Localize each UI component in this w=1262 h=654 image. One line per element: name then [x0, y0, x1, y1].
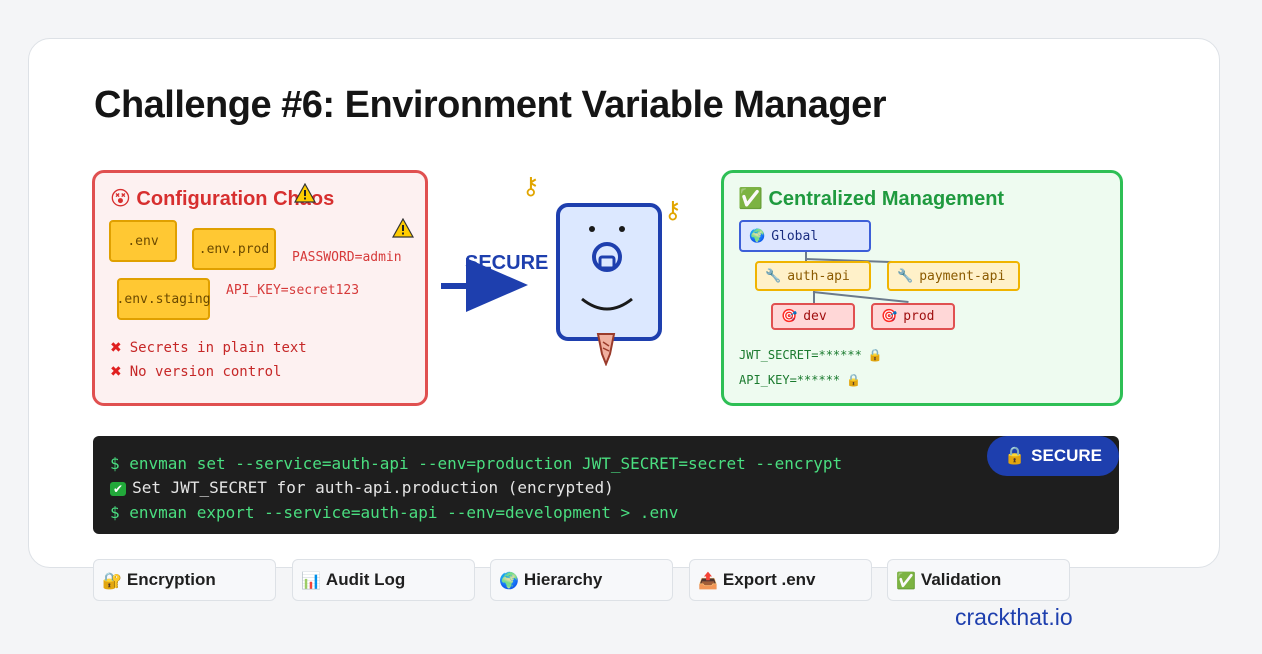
bar-chart-icon: 📊 — [301, 570, 321, 590]
tree-node-service: 🔧 payment-api — [887, 261, 1020, 291]
feature-label: Validation — [920, 570, 1002, 589]
masked-secret: API_KEY=****** 🔒 — [739, 373, 861, 387]
feature-audit-log[interactable]: 📊 Audit Log — [292, 559, 475, 601]
tree-node-environment: 🎯 dev — [771, 303, 855, 330]
globe-icon: 🌍 — [749, 228, 766, 244]
node-label: Global — [771, 228, 819, 244]
tree-node-service: 🔧 auth-api — [755, 261, 871, 291]
check-icon: ✅ — [896, 570, 916, 590]
feature-label: Audit Log — [325, 570, 406, 589]
feature-label: Encryption — [126, 570, 216, 589]
lock-icon: 🔒 — [867, 348, 883, 362]
lock-icon: 🔒 — [1003, 446, 1026, 466]
wrench-icon: 🔧 — [765, 268, 782, 284]
secure-badge: 🔒 SECURE — [987, 436, 1119, 476]
terminal: $ envman set --service=auth-api --env=pr… — [93, 436, 1119, 534]
lock-key-icon: 🔐 — [102, 570, 122, 590]
warning-icon — [293, 182, 317, 208]
central-title-text: Centralized Management — [768, 188, 1005, 210]
terminal-command: $ envman export --service=auth-api --env… — [110, 503, 679, 522]
cross-icon: ✖ — [110, 340, 122, 356]
tree-node-environment: 🎯 prod — [871, 303, 955, 330]
secure-label: SECURE — [465, 252, 549, 274]
vault-icon — [556, 203, 662, 341]
lock-icon: 🔒 — [846, 373, 862, 387]
issue-text: No version control — [129, 364, 282, 380]
cross-icon: ✖ — [110, 364, 122, 380]
feature-validation[interactable]: ✅ Validation — [887, 559, 1070, 601]
tree-node-global: 🌍 Global — [739, 220, 871, 252]
secret-text: API_KEY=****** — [739, 373, 841, 387]
terminal-output-text: Set JWT_SECRET for auth-api.production (… — [132, 478, 614, 497]
page-title: Challenge #6: Environment Variable Manag… — [94, 84, 887, 126]
masked-secret: JWT_SECRET=****** 🔒 — [739, 348, 883, 362]
plain-secret: PASSWORD=admin — [292, 250, 402, 265]
feature-export-env[interactable]: 📤 Export .env — [689, 559, 872, 601]
globe-icon: 🌍 — [499, 570, 519, 590]
plain-secret: API_KEY=secret123 — [226, 283, 360, 298]
target-icon: 🎯 — [781, 309, 798, 324]
check-icon: ✅ — [738, 186, 763, 210]
feature-hierarchy[interactable]: 🌍 Hierarchy — [490, 559, 673, 601]
node-label: dev — [803, 309, 827, 324]
central-title: ✅ Centralized Management — [738, 186, 1004, 211]
key-icon: ⚷ — [522, 172, 540, 200]
secret-text: JWT_SECRET=****** — [739, 348, 862, 362]
warning-icon — [391, 217, 415, 243]
dizzy-face-icon: 😵 — [110, 186, 131, 210]
check-icon: ✔ — [110, 482, 127, 496]
issue-item: ✖ Secrets in plain text — [110, 340, 307, 356]
key-icon: ⚷ — [664, 196, 682, 224]
issue-text: Secrets in plain text — [129, 340, 307, 356]
env-file: .env — [109, 220, 177, 262]
terminal-command: $ envman set --service=auth-api --env=pr… — [110, 454, 843, 473]
feature-encryption[interactable]: 🔐 Encryption — [93, 559, 276, 601]
node-label: payment-api — [919, 268, 1006, 284]
feature-label: Hierarchy — [523, 570, 603, 589]
issue-item: ✖ No version control — [110, 364, 281, 380]
env-file: .env.staging — [117, 278, 210, 320]
terminal-output: ✔ Set JWT_SECRET for auth-api.production … — [110, 478, 614, 497]
node-label: auth-api — [787, 268, 850, 284]
brand-link[interactable]: crackthat.io — [955, 604, 1073, 631]
node-label: prod — [903, 309, 935, 324]
env-file: .env.prod — [192, 228, 276, 270]
wrench-icon: 🔧 — [897, 268, 914, 284]
feature-label: Export .env — [722, 570, 816, 589]
badge-label: SECURE — [1031, 446, 1103, 465]
outbox-icon: 📤 — [698, 570, 718, 590]
rocket-flame-icon — [594, 332, 618, 371]
target-icon: 🎯 — [881, 309, 898, 324]
